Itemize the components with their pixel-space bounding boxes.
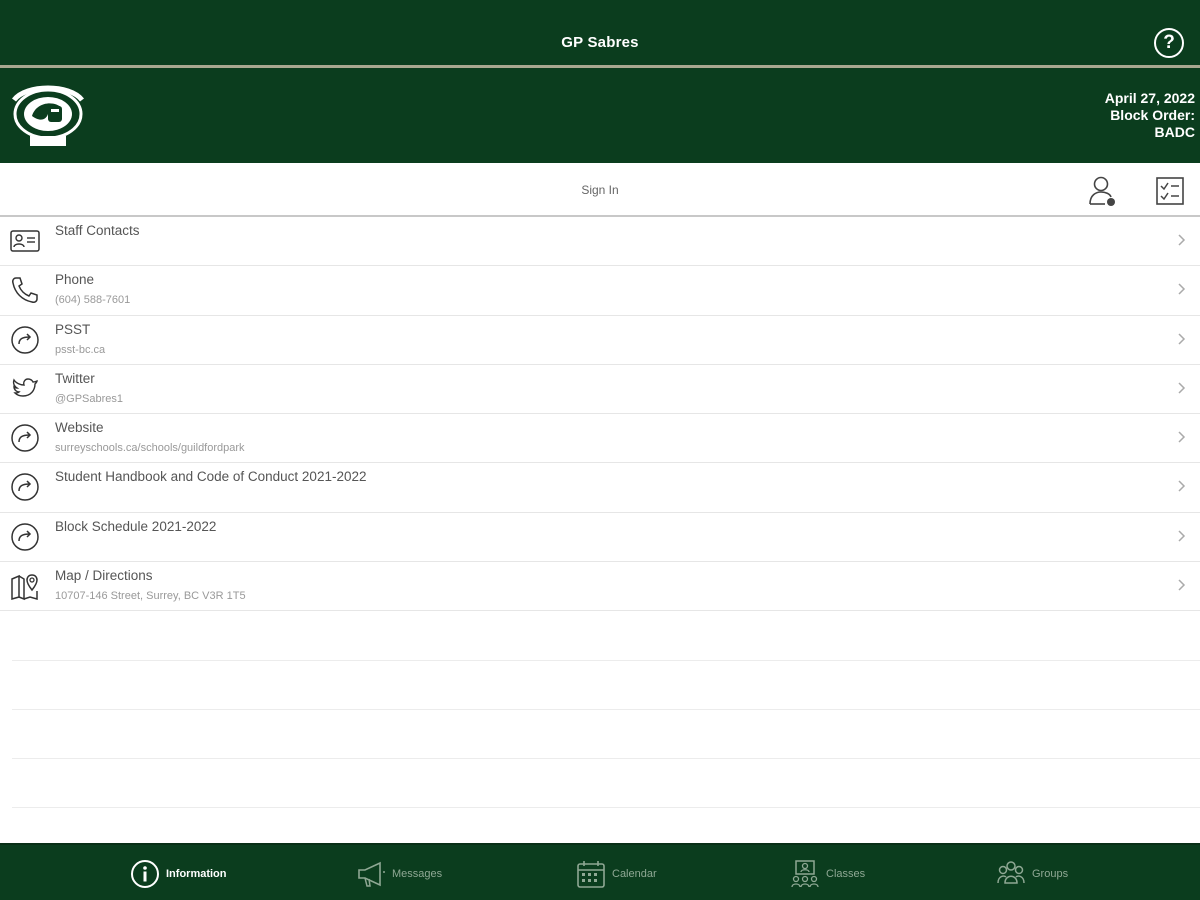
share-arrow-icon <box>11 424 39 452</box>
sign-in-button[interactable]: Sign In <box>0 183 1200 197</box>
empty-row-divider <box>12 807 1200 808</box>
tab-information[interactable]: Information <box>130 845 227 900</box>
chevron-right-icon <box>1178 333 1186 345</box>
list-item-block-schedule[interactable]: Block Schedule 2021-2022 <box>0 513 1200 563</box>
phone-icon <box>12 277 38 304</box>
list-item-title: PSST <box>55 321 91 337</box>
list-item-subtitle: psst-bc.ca <box>55 343 106 356</box>
checklist-icon[interactable] <box>1155 175 1185 207</box>
block-order-value: BADC <box>1154 124 1195 140</box>
app-title: GP Sabres <box>561 34 639 51</box>
chevron-right-icon <box>1178 579 1186 591</box>
empty-row-divider <box>12 660 1200 661</box>
tab-label: Groups <box>1032 867 1069 880</box>
list-item-twitter[interactable]: Twitter @GPSabres1 <box>0 365 1200 415</box>
chevron-right-icon <box>1178 382 1186 394</box>
list-item-map-directions[interactable]: Map / Directions 10707-146 Street, Surre… <box>0 562 1200 612</box>
list-item-student-handbook[interactable]: Student Handbook and Code of Conduct 202… <box>0 463 1200 513</box>
block-order-label: Block Order: <box>1110 107 1195 123</box>
list-item-title: Phone <box>55 272 95 288</box>
empty-row-divider <box>12 758 1200 759</box>
school-logo <box>12 85 84 146</box>
tab-label: Information <box>166 867 227 880</box>
empty-row-divider <box>12 709 1200 710</box>
user-settings-icon[interactable] <box>1088 175 1118 207</box>
tab-calendar[interactable]: Calendar <box>576 845 657 900</box>
classes-icon <box>791 859 819 887</box>
top-bar: GP Sabres ? <box>0 0 1200 65</box>
school-banner: April 27, 2022 Block Order: BADC <box>0 68 1200 163</box>
list-item-title: Staff Contacts <box>55 223 140 238</box>
tab-messages[interactable]: Messages <box>356 845 442 900</box>
info-icon <box>131 859 159 888</box>
tab-label: Calendar <box>612 867 657 880</box>
list-item-phone[interactable]: Phone (604) 588-7601 <box>0 266 1200 316</box>
list-item-psst[interactable]: PSST psst-bc.ca <box>0 316 1200 365</box>
list-item-title: Map / Directions <box>55 568 153 584</box>
list-item-subtitle: (604) 588-7601 <box>55 294 131 307</box>
map-pin-icon <box>11 574 38 601</box>
calendar-icon <box>577 860 605 888</box>
share-arrow-icon <box>11 523 39 551</box>
share-arrow-icon <box>11 473 39 502</box>
list-item-subtitle: surreyschools.ca/schools/guildfordpark <box>55 442 245 455</box>
chevron-right-icon <box>1178 480 1186 493</box>
chevron-right-icon <box>1178 234 1186 246</box>
tab-label: Messages <box>392 867 443 880</box>
banner-info: April 27, 2022 Block Order: BADC <box>1105 90 1195 141</box>
current-date: April 27, 2022 <box>1104 90 1195 106</box>
list-item-subtitle: @GPSabres1 <box>55 392 124 405</box>
chevron-right-icon <box>1178 283 1186 295</box>
tab-classes[interactable]: Classes <box>790 845 865 900</box>
bottom-tab-bar: Information Messages Calendar Classes Gr… <box>0 843 1200 900</box>
list-item-website[interactable]: Website surreyschools.ca/schools/guildfo… <box>0 414 1200 464</box>
list-item-subtitle: 10707-146 Street, Surrey, BC V3R 1T5 <box>55 590 246 603</box>
help-button[interactable]: ? <box>1154 28 1184 58</box>
tab-groups[interactable]: Groups <box>996 845 1068 900</box>
info-list: Staff Contacts Phone (604) 588-7601 PSST… <box>0 217 1200 612</box>
groups-icon <box>997 860 1025 884</box>
chevron-right-icon <box>1178 431 1186 443</box>
list-item-staff-contacts[interactable]: Staff Contacts <box>0 217 1200 267</box>
contact-card-icon <box>10 230 40 252</box>
list-item-title: Website <box>55 420 104 436</box>
twitter-icon <box>12 378 38 397</box>
list-item-title: Student Handbook and Code of Conduct 202… <box>55 469 367 485</box>
tab-label: Classes <box>826 867 866 880</box>
chevron-right-icon <box>1178 530 1186 542</box>
megaphone-icon <box>358 861 385 887</box>
list-item-title: Block Schedule 2021-2022 <box>55 518 217 534</box>
sign-in-bar: Sign In <box>0 163 1200 217</box>
list-item-title: Twitter <box>55 370 95 386</box>
share-arrow-icon <box>11 325 39 354</box>
